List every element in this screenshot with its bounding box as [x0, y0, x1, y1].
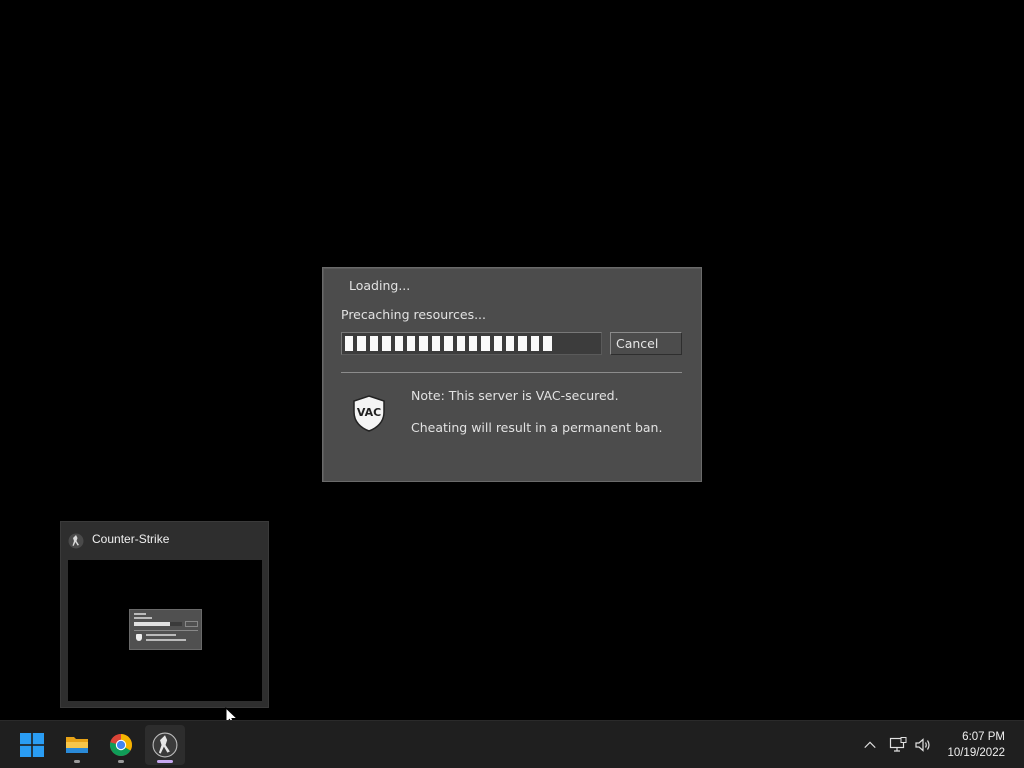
progress-segment [468, 336, 478, 351]
progress-segment [481, 336, 490, 351]
progress-segment [419, 336, 428, 351]
cancel-button[interactable]: Cancel [610, 332, 682, 355]
vac-shield-icon: VAC [351, 394, 387, 432]
counter-strike-icon [68, 533, 84, 549]
progress-segment [394, 336, 403, 351]
progress-segment [357, 336, 366, 351]
dialog-title: Loading... [349, 278, 411, 293]
loading-status-text: Precaching resources... [341, 307, 487, 322]
vac-note-text: Note: This server is VAC-secured. [411, 388, 619, 403]
preview-title: Counter-Strike [92, 532, 170, 546]
desktop: Loading... Precaching resources... Cance… [0, 0, 1024, 727]
taskbar: 6:07 PM 10/19/2022 [0, 720, 1024, 768]
volume-icon [915, 738, 930, 752]
progress-segment [406, 336, 416, 351]
chrome-icon [109, 733, 132, 756]
folder-icon [66, 737, 88, 753]
progress-segment [506, 336, 515, 351]
progress-segment [431, 336, 441, 351]
progress-bar-fill [345, 336, 598, 351]
running-indicator [74, 760, 80, 763]
progress-bar [341, 332, 602, 355]
progress-segment [530, 336, 540, 351]
clock-date: 10/19/2022 [947, 747, 1005, 759]
network-button[interactable] [886, 733, 910, 757]
counter-strike-button[interactable] [145, 725, 185, 765]
vac-text: VAC [357, 406, 381, 419]
progress-segment [518, 336, 527, 351]
loading-dialog: Loading... Precaching resources... Cance… [322, 267, 702, 482]
running-indicator [118, 760, 124, 763]
volume-button[interactable] [911, 733, 935, 757]
counter-strike-icon [152, 732, 178, 758]
windows-start-icon [20, 733, 44, 757]
taskbar-thumbnail-preview[interactable]: Counter-Strike [60, 521, 269, 708]
progress-segment [543, 336, 552, 351]
progress-segment [382, 336, 391, 351]
show-hidden-icons-button[interactable] [858, 733, 882, 757]
vac-warning-text: Cheating will result in a permanent ban. [411, 420, 663, 435]
chevron-up-icon [864, 741, 876, 749]
progress-segment [369, 336, 379, 351]
file-explorer-button[interactable] [57, 725, 97, 765]
progress-segment [493, 336, 503, 351]
start-button[interactable] [12, 725, 52, 765]
preview-mini-dialog [129, 609, 202, 650]
preview-screen [68, 560, 262, 701]
network-icon [889, 737, 907, 752]
progress-segment [444, 336, 453, 351]
clock-time: 6:07 PM [962, 731, 1005, 743]
progress-segment [345, 336, 354, 351]
system-clock[interactable]: 6:07 PM 10/19/2022 [947, 729, 1005, 761]
progress-segment [456, 336, 465, 351]
active-indicator [157, 760, 173, 763]
divider [341, 372, 682, 373]
chrome-button[interactable] [101, 725, 141, 765]
